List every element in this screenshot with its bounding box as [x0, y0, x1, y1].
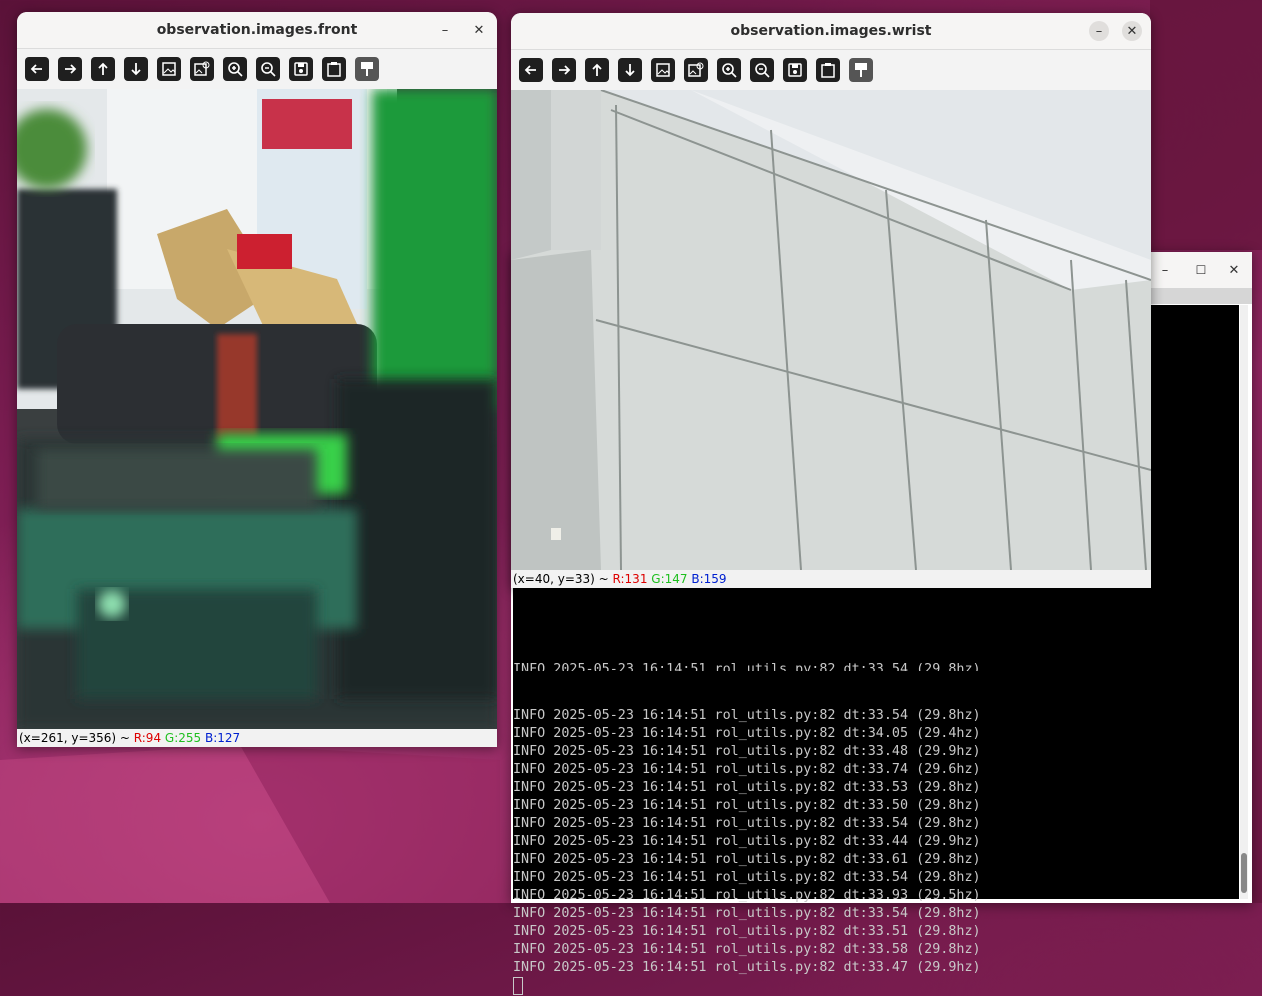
- zoom-in-icon: [722, 63, 737, 78]
- wrist-toolbar: [511, 50, 1151, 90]
- terminal-line: INFO 2025-05-23 16:14:51 rol_utils.py:82…: [513, 708, 981, 723]
- arrow-right-icon: [65, 64, 77, 74]
- save-button[interactable]: [289, 57, 313, 81]
- terminal-scrollbar[interactable]: [1240, 305, 1248, 899]
- image-icon: [162, 62, 176, 76]
- arrow-right-button[interactable]: [552, 58, 576, 82]
- clipboard-icon: [821, 63, 835, 78]
- arrow-up-icon: [98, 62, 108, 75]
- zoom-in-button[interactable]: [717, 58, 741, 82]
- arrow-left-icon: [524, 65, 536, 75]
- zoom-out-icon: [261, 62, 276, 77]
- clipboard-icon: [327, 62, 341, 77]
- front-titlebar: observation.images.front – ✕: [17, 12, 497, 49]
- zoom-in-icon: [228, 62, 243, 77]
- close-button[interactable]: ✕: [1122, 21, 1142, 41]
- terminal-line: INFO 2025-05-23 16:14:51 rol_utils.py:82…: [513, 726, 981, 741]
- wrist-image-window: observation.images.wrist – ✕ (x=40, y=33…: [511, 13, 1151, 588]
- brush-icon: [855, 63, 867, 77]
- wrist-camera-image[interactable]: [511, 90, 1151, 570]
- arrow-up-icon: [592, 63, 602, 76]
- wrist-titlebar: observation.images.wrist – ✕: [511, 13, 1151, 50]
- brush-icon: [361, 62, 373, 76]
- brush-button[interactable]: [355, 57, 379, 81]
- terminal-line: INFO 2025-05-23 16:14:51 rol_utils.py:82…: [513, 852, 981, 867]
- zoom-out-button[interactable]: [256, 57, 280, 81]
- image-button[interactable]: [651, 58, 675, 82]
- scrollbar-thumb[interactable]: [1241, 853, 1247, 893]
- wrist-status-bar: (x=40, y=33) ~ R:131 G:147 B:159: [511, 570, 1151, 588]
- save-button[interactable]: [783, 58, 807, 82]
- minimize-button[interactable]: –: [1155, 260, 1175, 280]
- close-button[interactable]: ✕: [469, 20, 489, 40]
- red-value: R:131: [612, 572, 648, 586]
- arrow-right-button[interactable]: [58, 57, 82, 81]
- arrow-left-button[interactable]: [25, 57, 49, 81]
- terminal-line: INFO 2025-05-23 16:14:51 rol_utils.py:82…: [513, 780, 981, 795]
- window-title: observation.images.wrist: [730, 23, 932, 39]
- terminal-line: INFO 2025-05-23 16:14:51 rol_utils.py:82…: [513, 744, 981, 759]
- minimize-button[interactable]: –: [435, 20, 455, 40]
- arrow-right-icon: [559, 65, 571, 75]
- close-button[interactable]: ✕: [1224, 260, 1244, 280]
- front-image-window: observation.images.front – ✕ (x=261, y=3…: [17, 12, 497, 747]
- terminal-line: INFO 2025-05-23 16:14:51 rol_utils.py:82…: [513, 906, 981, 921]
- arrow-down-icon: [131, 63, 141, 76]
- image-icon: [656, 63, 670, 77]
- front-camera-scene: [17, 89, 497, 729]
- cursor-coords: (x=261, y=356) ~: [19, 731, 134, 745]
- front-status-bar: (x=261, y=356) ~ R:94 G:255 B:127: [17, 729, 497, 747]
- image-button[interactable]: [157, 57, 181, 81]
- cursor-coords: (x=40, y=33) ~: [513, 572, 613, 586]
- arrow-left-button[interactable]: [519, 58, 543, 82]
- terminal-line: INFO 2025-05-23 16:14:51 rol_utils.py:82…: [513, 960, 981, 975]
- front-camera-image[interactable]: [17, 89, 497, 729]
- blue-value: B:127: [204, 731, 241, 745]
- terminal-line: INFO 2025-05-23 16:14:51 rol_utils.py:82…: [513, 888, 981, 903]
- image-properties-icon: [688, 62, 704, 77]
- clipboard-button[interactable]: [816, 58, 840, 82]
- terminal-line: INFO 2025-05-23 16:14:51 rol_utils.py:82…: [513, 816, 981, 831]
- terminal-line: INFO 2025-05-23 16:14:51 rol_utils.py:82…: [513, 762, 981, 777]
- terminal-line: INFO 2025-05-23 16:14:51 rol_utils.py:82…: [513, 942, 981, 957]
- terminal-cursor: [513, 977, 981, 996]
- terminal-line: INFO 2025-05-23 16:14:51 rol_utils.py:82…: [513, 924, 981, 939]
- brush-button[interactable]: [849, 58, 873, 82]
- arrow-up-button[interactable]: [91, 57, 115, 81]
- terminal-partial-line: INFO 2025-05-23 16:14:51 rol_utils.py:82…: [513, 662, 981, 671]
- terminal-line: INFO 2025-05-23 16:14:51 rol_utils.py:82…: [513, 870, 981, 885]
- front-toolbar: [17, 49, 497, 89]
- minimize-button[interactable]: –: [1089, 21, 1109, 41]
- clipboard-button[interactable]: [322, 57, 346, 81]
- arrow-down-button[interactable]: [124, 57, 148, 81]
- image-properties-button[interactable]: [684, 58, 708, 82]
- arrow-up-button[interactable]: [585, 58, 609, 82]
- terminal-line: INFO 2025-05-23 16:14:51 rol_utils.py:82…: [513, 834, 981, 849]
- zoom-out-icon: [755, 63, 770, 78]
- wrist-camera-scene: [511, 90, 1151, 570]
- terminal-line: INFO 2025-05-23 16:14:51 rol_utils.py:82…: [513, 798, 981, 813]
- red-value: R:94: [133, 731, 162, 745]
- arrow-down-icon: [625, 64, 635, 77]
- zoom-in-button[interactable]: [223, 57, 247, 81]
- image-properties-button[interactable]: [190, 57, 214, 81]
- blue-value: B:159: [691, 572, 727, 586]
- maximize-button[interactable]: ☐: [1191, 260, 1211, 280]
- image-properties-icon: [194, 61, 210, 76]
- arrow-down-button[interactable]: [618, 58, 642, 82]
- save-icon: [294, 62, 308, 76]
- window-title: observation.images.front: [156, 22, 358, 38]
- zoom-out-button[interactable]: [750, 58, 774, 82]
- green-value: G:255: [164, 731, 202, 745]
- save-icon: [788, 63, 802, 77]
- green-value: G:147: [651, 572, 688, 586]
- terminal-log: INFO 2025-05-23 16:14:51 rol_utils.py:82…: [513, 635, 981, 996]
- arrow-left-icon: [30, 64, 42, 74]
